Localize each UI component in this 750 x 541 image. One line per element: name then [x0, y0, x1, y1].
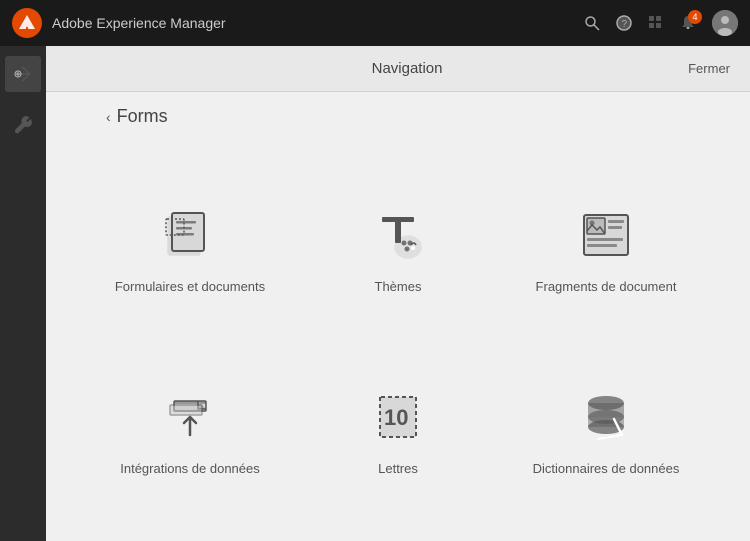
- nav-header: Navigation Fermer: [46, 46, 750, 92]
- breadcrumb: ‹ Forms: [46, 92, 750, 137]
- nav-item-themes[interactable]: Thèmes: [294, 157, 502, 339]
- back-arrow[interactable]: ‹: [106, 109, 111, 125]
- nav-item-fragments[interactable]: Fragments de document: [502, 157, 710, 339]
- main-layout: Navigation Fermer ‹ Forms: [0, 46, 750, 541]
- sidebar-item-nav[interactable]: [5, 56, 41, 92]
- search-button[interactable]: [584, 15, 600, 31]
- lettres-label: Lettres: [378, 461, 418, 476]
- notification-badge: 4: [688, 10, 702, 24]
- forms-icon: [158, 203, 222, 267]
- nav-grid: Formulaires et documents: [46, 137, 750, 541]
- content-area: Navigation Fermer ‹ Forms: [46, 46, 750, 541]
- help-button[interactable]: ?: [616, 15, 632, 31]
- formulaires-label: Formulaires et documents: [115, 279, 265, 294]
- breadcrumb-label: Forms: [117, 106, 168, 127]
- dictionnaires-icon: [574, 385, 638, 449]
- lettres-icon: 10: [366, 385, 430, 449]
- integrations-icon: [158, 385, 222, 449]
- top-icons: ? 4: [584, 10, 738, 36]
- nav-item-integrations[interactable]: Intégrations de données: [86, 339, 294, 521]
- sidebar-item-tools[interactable]: [5, 106, 41, 142]
- topbar: Adobe Experience Manager ?: [0, 0, 750, 46]
- svg-text:?: ?: [622, 19, 628, 30]
- logo: [12, 8, 42, 38]
- grid-button[interactable]: [648, 15, 664, 31]
- svg-text:10: 10: [384, 405, 408, 430]
- integrations-label: Intégrations de données: [120, 461, 260, 476]
- close-button[interactable]: Fermer: [688, 61, 730, 76]
- app-title: Adobe Experience Manager: [52, 15, 574, 31]
- nav-title: Navigation: [126, 60, 688, 77]
- fragments-icon: [574, 203, 638, 267]
- nav-item-formulaires[interactable]: Formulaires et documents: [86, 157, 294, 339]
- dictionnaires-label: Dictionnaires de données: [533, 461, 680, 476]
- avatar-button[interactable]: [712, 10, 738, 36]
- nav-item-lettres[interactable]: 10 Lettres: [294, 339, 502, 521]
- notification-button[interactable]: 4: [680, 15, 696, 31]
- fragments-label: Fragments de document: [536, 279, 677, 294]
- themes-icon: [366, 203, 430, 267]
- themes-label: Thèmes: [375, 279, 422, 294]
- sidebar: [0, 46, 46, 541]
- nav-item-dictionnaires[interactable]: Dictionnaires de données: [502, 339, 710, 521]
